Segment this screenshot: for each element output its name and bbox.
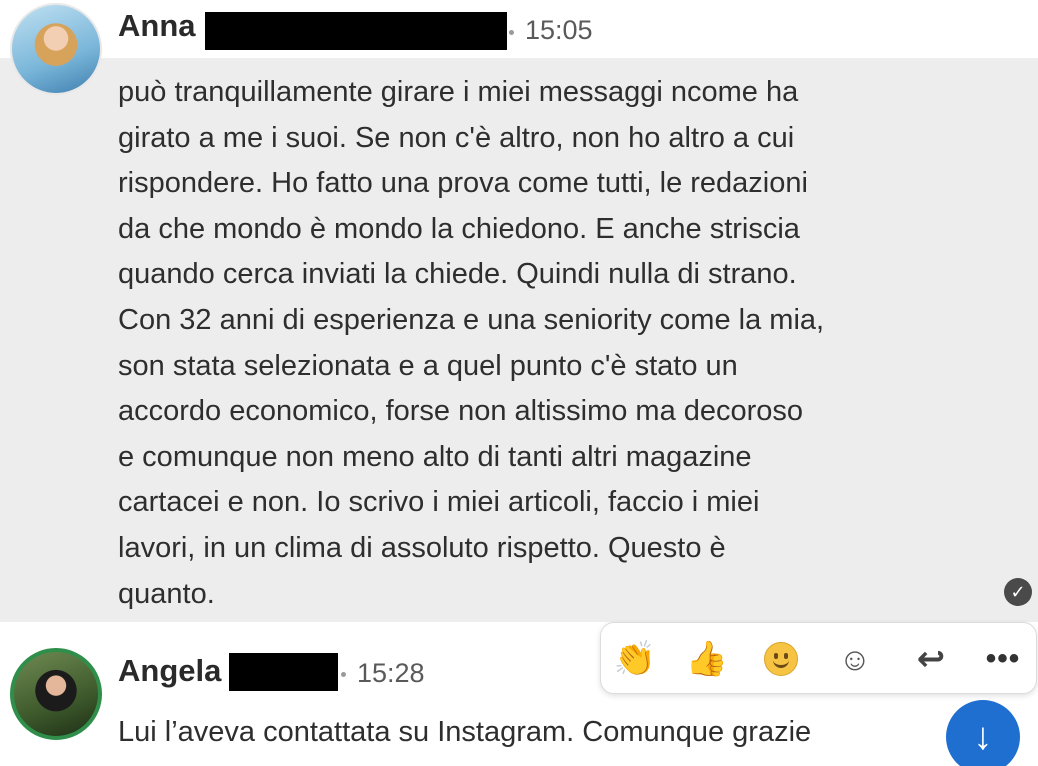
checkmark-icon: ✓ bbox=[1004, 578, 1032, 606]
reply-icon[interactable]: ↩ bbox=[909, 637, 953, 681]
thumbs-up-icon[interactable]: 👍 bbox=[685, 637, 729, 681]
reaction-bar: 👏 👍 ☺ ↩ ••• bbox=[600, 622, 1037, 694]
message-line: cartacei e non. Io scrivo i miei articol… bbox=[118, 486, 760, 519]
message-body: può tranquillamente girare i miei messag… bbox=[118, 70, 938, 617]
clap-icon[interactable]: 👏 bbox=[613, 637, 657, 681]
separator-dot bbox=[509, 30, 514, 35]
sender-name[interactable]: Anna bbox=[118, 8, 196, 44]
message-line: rispondere. Ho fatto una prova come tutt… bbox=[118, 167, 808, 200]
avatar[interactable] bbox=[10, 3, 102, 95]
more-icon[interactable]: ••• bbox=[981, 637, 1025, 681]
redacted-surname bbox=[229, 653, 338, 691]
add-reaction-icon[interactable]: ☺ bbox=[833, 637, 877, 681]
sender-name[interactable]: Angela bbox=[118, 653, 221, 689]
message-line: quando cerca inviati la chiede. Quindi n… bbox=[118, 258, 797, 291]
message-line: Con 32 anni di esperienza e una seniorit… bbox=[118, 303, 825, 336]
message-line: da che mondo è mondo la chiedono. E anch… bbox=[118, 212, 800, 245]
message-line: girato a me i suoi. Se non c'è altro, no… bbox=[118, 121, 795, 154]
arrow-down-icon: ↓ bbox=[973, 715, 993, 758]
message-line: e comunque non meno alto di tanti altri … bbox=[118, 440, 752, 473]
message-line: può tranquillamente girare i miei messag… bbox=[118, 76, 799, 108]
message-line: quanto. bbox=[118, 577, 215, 610]
avatar[interactable] bbox=[10, 648, 102, 740]
redacted-surname bbox=[205, 12, 507, 50]
chat-view: Anna 15:05 può tranquillamente girare i … bbox=[0, 0, 1038, 766]
message-line: son stata selezionata e a quel punto c'è… bbox=[118, 349, 738, 382]
message-line: accordo economico, forse non altissimo m… bbox=[118, 395, 804, 428]
message-time: 15:05 bbox=[525, 15, 593, 45]
message-time: 15:28 bbox=[357, 658, 425, 688]
separator-dot bbox=[341, 672, 346, 677]
message-body: Lui l’aveva contattata su Instagram. Com… bbox=[118, 716, 812, 748]
scroll-down-button[interactable]: ↓ bbox=[946, 700, 1020, 766]
message-line: lavori, in un clima di assoluto rispetto… bbox=[118, 531, 726, 564]
smile-icon[interactable] bbox=[759, 637, 803, 681]
